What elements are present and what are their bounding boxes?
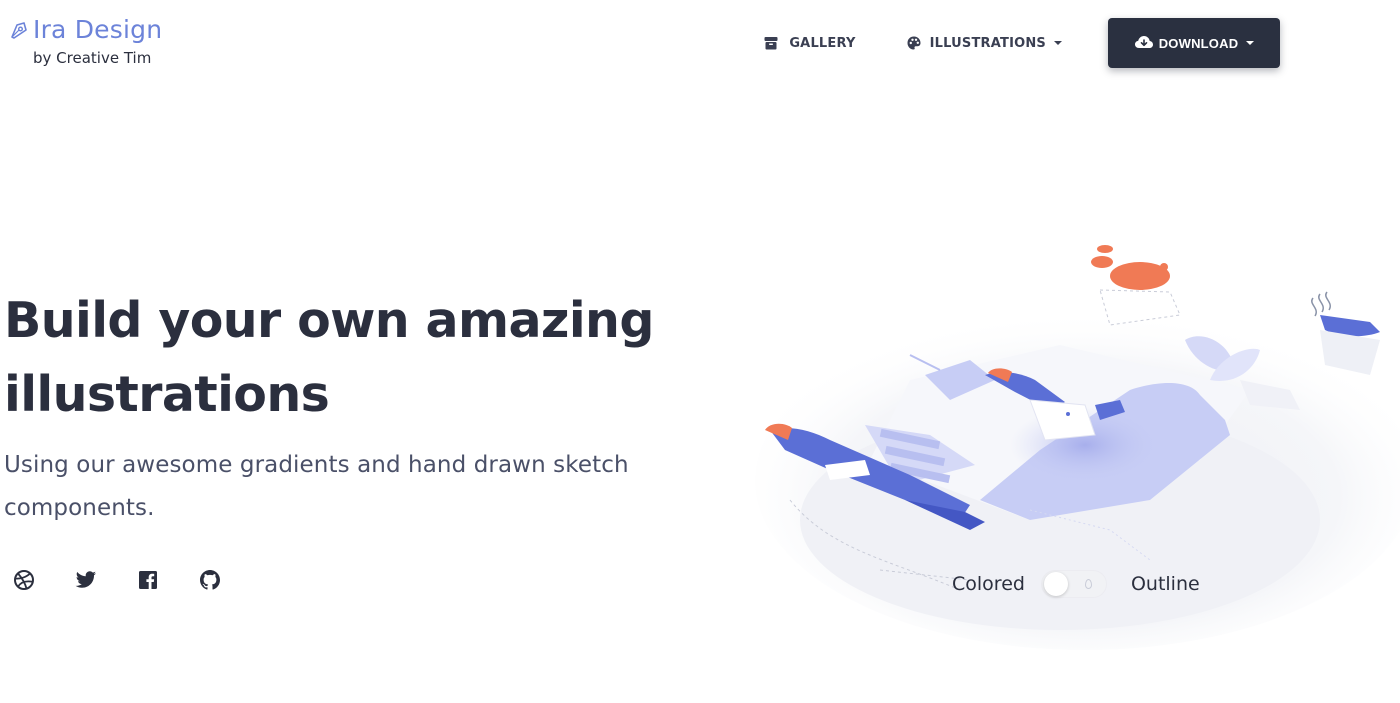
brand-title: Ira Design (33, 15, 163, 44)
switch-knob (1043, 572, 1068, 596)
github-link[interactable] (198, 568, 222, 592)
toggle-label-colored: Colored (952, 573, 1025, 595)
brand-subtitle: by Creative Tim (33, 49, 152, 67)
nav-gallery-label: GALLERY (789, 35, 856, 51)
pen-nib-icon (8, 19, 30, 41)
dribbble-icon (14, 570, 34, 590)
nav-illustrations-dropdown[interactable]: ILLUSTRATIONS (906, 35, 1062, 51)
social-links (12, 568, 260, 592)
main-nav: GALLERY ILLUSTRATIONS DOWNLOAD (763, 18, 1280, 68)
twitter-link[interactable] (74, 568, 98, 592)
hero-illustration (730, 230, 1400, 670)
chevron-down-icon (1246, 41, 1255, 45)
hero-title: Build your own amazing illustrations (4, 292, 654, 423)
toggle-label-outline: Outline (1130, 573, 1200, 595)
style-toggle: Colored Outline (952, 570, 1200, 598)
download-button[interactable]: DOWNLOAD (1108, 18, 1280, 68)
dribbble-link[interactable] (12, 568, 36, 592)
nav-gallery-link[interactable]: GALLERY (763, 35, 855, 51)
drop-icon (1084, 579, 1092, 589)
facebook-icon (139, 571, 157, 589)
twitter-icon (75, 571, 96, 588)
colored-outline-switch[interactable] (1040, 570, 1107, 598)
nav-illustrations-label: ILLUSTRATIONS (929, 35, 1046, 51)
facebook-link[interactable] (136, 568, 160, 592)
chevron-down-icon (1054, 41, 1062, 45)
hero-subtitle: Using our awesome gradients and hand dra… (4, 452, 629, 521)
box-icon (763, 35, 779, 51)
palette-icon (906, 35, 922, 51)
github-icon (200, 570, 220, 590)
download-label: DOWNLOAD (1158, 35, 1239, 51)
cloud-download-icon (1134, 34, 1154, 53)
brand-logo[interactable]: Ira Design by Creative Tim (8, 14, 162, 67)
